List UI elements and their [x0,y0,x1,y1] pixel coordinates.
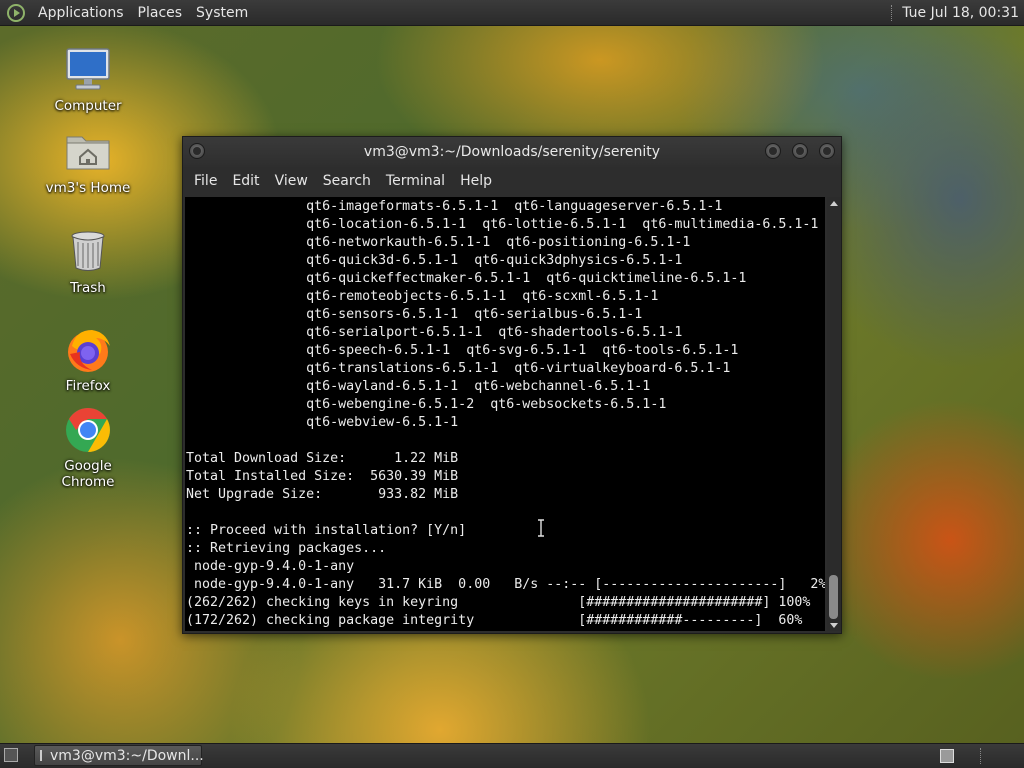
terminal-line: qt6-location-6.5.1-1 qt6-lottie-6.5.1-1 … [186,217,819,232]
desktop-icon-computer[interactable]: Computer [38,46,138,114]
minimize-button[interactable] [765,143,781,159]
trash-icon [64,228,112,276]
firefox-icon [64,326,112,374]
desktop-icon-trash[interactable]: Trash [38,228,138,296]
terminal-line: qt6-quickeffectmaker-6.5.1-1 qt6-quickti… [186,271,747,286]
panel-separator [891,4,894,21]
terminal-scrollbar[interactable] [827,197,841,631]
close-button[interactable] [819,143,835,159]
terminal-line: qt6-translations-6.5.1-1 qt6-virtualkeyb… [186,361,731,376]
bottom-panel: vm3@vm3:~/Downl... [0,743,1024,768]
desktop-icon-label: Trash [70,280,106,296]
computer-icon [64,46,112,94]
top-panel: Applications Places System Tue Jul 18, 0… [0,0,1024,26]
terminal-line: qt6-networkauth-6.5.1-1 qt6-positioning-… [186,235,691,250]
desktop-icon-firefox[interactable]: Firefox [38,326,138,394]
terminal-line: qt6-quick3d-6.5.1-1 qt6-quick3dphysics-6… [186,253,683,268]
desktop-icon-label: vm3's Home [45,180,131,196]
terminal-line: qt6-serialport-6.5.1-1 qt6-shadertools-6… [186,325,683,340]
menu-view[interactable]: View [268,173,316,189]
window-title: vm3@vm3:~/Downloads/serenity/serenity [363,144,661,160]
terminal-line: node-gyp-9.4.0-1-any [186,559,355,574]
terminal-line: qt6-wayland-6.5.1-1 qt6-webchannel-6.5.1… [186,379,651,394]
terminal-line: node-gyp-9.4.0-1-any 31.7 KiB 0.00 B/s -… [186,577,825,592]
menu-edit[interactable]: Edit [225,173,267,189]
maximize-button[interactable] [792,143,808,159]
terminal-line: qt6-sensors-6.5.1-1 qt6-serialbus-6.5.1-… [186,307,643,322]
terminal-output[interactable]: qt6-imageformats-6.5.1-1 qt6-languageser… [185,197,825,631]
terminal-menubar: File Edit View Search Terminal Help [183,167,841,195]
menu-applications[interactable]: Applications [38,5,124,21]
menu-system[interactable]: System [196,5,248,21]
menu-terminal[interactable]: Terminal [379,173,453,189]
desktop-icon-home[interactable]: vm3's Home [38,128,138,196]
terminal-line: qt6-webengine-6.5.1-2 qt6-websockets-6.5… [186,397,667,412]
terminal-line: qt6-remoteobjects-6.5.1-1 qt6-scxml-6.5.… [186,289,659,304]
desktop-icon-label: Google Chrome [61,458,115,490]
desktop-icon-chrome[interactable]: Google Chrome [38,406,138,490]
show-desktop-button[interactable] [4,748,18,762]
taskbar-item-terminal[interactable]: vm3@vm3:~/Downl... [34,745,204,766]
text-cursor-icon [538,519,544,537]
scroll-down-icon[interactable] [830,623,838,628]
terminal-line: Net Upgrade Size: 933.82 MiB [186,487,459,502]
window-menu-button[interactable] [189,143,205,159]
panel-separator [980,748,982,764]
menu-places[interactable]: Places [138,5,183,21]
terminal-line: qt6-imageformats-6.5.1-1 qt6-languageser… [186,199,723,214]
home-folder-icon [64,128,112,176]
desktop-icon-label: Computer [54,98,122,114]
workspace-switcher[interactable] [940,749,954,763]
taskbar-item-label: vm3@vm3:~/Downl... [50,747,204,764]
terminal-line: Total Download Size: 1.22 MiB [186,451,459,466]
scrollbar-thumb[interactable] [829,575,838,619]
scroll-up-icon[interactable] [830,201,838,206]
chrome-icon [64,406,112,454]
terminal-icon [40,750,42,761]
terminal-line: qt6-webview-6.5.1-1 [186,415,459,430]
distro-logo-icon[interactable] [7,3,25,22]
menu-search[interactable]: Search [316,173,379,189]
terminal-line: :: Retrieving packages... [186,541,387,556]
menu-file[interactable]: File [187,173,225,189]
terminal-text: qt6-imageformats-6.5.1-1 qt6-languageser… [185,197,825,630]
terminal-line: (262/262) checking keys in keyring [####… [186,595,811,610]
terminal-line: (172/262) checking package integrity [##… [186,613,803,628]
terminal-line: Total Installed Size: 5630.39 MiB [186,469,459,484]
window-titlebar[interactable]: vm3@vm3:~/Downloads/serenity/serenity [183,137,841,167]
desktop-icon-label: Firefox [65,378,111,394]
terminal-line: :: Proceed with installation? [Y/n] [186,523,467,538]
menu-help[interactable]: Help [453,173,500,189]
terminal-line: qt6-speech-6.5.1-1 qt6-svg-6.5.1-1 qt6-t… [186,343,739,358]
terminal-window[interactable]: vm3@vm3:~/Downloads/serenity/serenity Fi… [182,136,842,634]
clock[interactable]: Tue Jul 18, 00:31 [902,5,1019,21]
